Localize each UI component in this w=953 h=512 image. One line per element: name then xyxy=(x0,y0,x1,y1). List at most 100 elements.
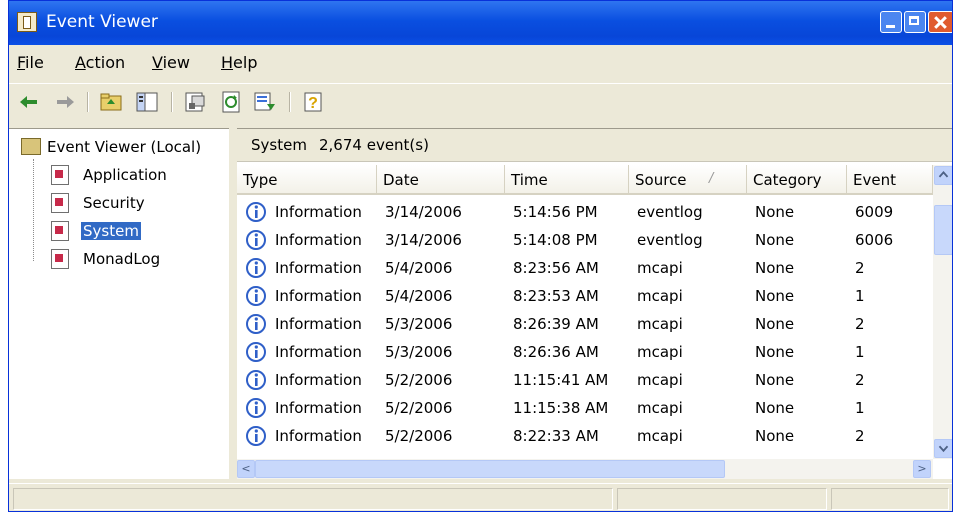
toolbar: ? xyxy=(9,83,952,120)
cell-event: 1 xyxy=(855,399,865,417)
cell-time: 8:22:33 AM xyxy=(513,427,599,445)
maximize-button[interactable] xyxy=(904,11,926,33)
cell-category: None xyxy=(755,203,795,221)
cell-date: 5/4/2006 xyxy=(385,259,453,277)
cell-event: 2 xyxy=(855,427,865,445)
column-header-time[interactable]: Time xyxy=(505,165,629,195)
vertical-scrollbar[interactable] xyxy=(933,165,952,459)
cell-date: 3/14/2006 xyxy=(385,231,462,249)
cell-category: None xyxy=(755,259,795,277)
column-header-type[interactable]: Type xyxy=(237,165,377,195)
table-row[interactable]: Information 3/14/2006 5:14:08 PM eventlog No… xyxy=(237,227,927,255)
cell-event: 1 xyxy=(855,287,865,305)
tree-root-label: Event Viewer (Local) xyxy=(47,138,202,156)
menu-help[interactable]: Help xyxy=(221,53,257,72)
cell-source: eventlog xyxy=(637,231,703,249)
cell-event: 2 xyxy=(855,259,865,277)
event-list-pane: System 2,674 event(s) Type Date Time Sou… xyxy=(237,128,952,479)
information-icon xyxy=(246,370,266,390)
status-pane-secondary xyxy=(617,488,827,510)
information-icon xyxy=(246,202,266,222)
tree-item-label: System xyxy=(81,222,141,240)
information-icon xyxy=(246,398,266,418)
cell-category: None xyxy=(755,231,795,249)
cell-source: mcapi xyxy=(637,427,683,445)
table-row[interactable]: Information 5/3/2006 8:26:39 AM mcapi None 2 xyxy=(237,311,927,339)
cell-time: 11:15:38 AM xyxy=(513,399,609,417)
refresh-icon[interactable] xyxy=(219,90,243,114)
cell-source: mcapi xyxy=(637,259,683,277)
cell-source: mcapi xyxy=(637,315,683,333)
cell-date: 5/2/2006 xyxy=(385,399,453,417)
menu-file[interactable]: File xyxy=(17,53,44,72)
status-bar xyxy=(9,483,952,511)
up-folder-icon[interactable] xyxy=(99,90,123,114)
horizontal-scrollbar[interactable]: < > xyxy=(237,459,933,479)
cell-date: 5/2/2006 xyxy=(385,427,453,445)
close-button[interactable] xyxy=(928,11,952,33)
menu-view[interactable]: View xyxy=(152,53,190,72)
cell-time: 5:14:08 PM xyxy=(513,231,598,249)
cell-time: 11:15:41 AM xyxy=(513,371,609,389)
table-row[interactable]: Information 5/4/2006 8:23:56 AM mcapi None 2 xyxy=(237,255,927,283)
log-icon xyxy=(51,221,69,241)
table-row[interactable]: Information 5/4/2006 8:23:53 AM mcapi None 1 xyxy=(237,283,927,311)
table-row[interactable]: Information 5/2/2006 8:22:33 AM mcapi None 2 xyxy=(237,423,927,451)
show-hide-tree-icon[interactable] xyxy=(135,90,159,114)
cell-category: None xyxy=(755,343,795,361)
table-row[interactable]: Information 5/2/2006 11:15:41 AM mcapi None 2 xyxy=(237,367,927,395)
horizontal-scroll-thumb[interactable] xyxy=(255,460,725,478)
minimize-button[interactable] xyxy=(880,11,902,33)
status-pane-main xyxy=(13,488,613,510)
table-row[interactable]: Information 5/3/2006 8:26:36 AM mcapi None 1 xyxy=(237,339,927,367)
table-row[interactable]: Information 5/2/2006 11:15:38 AM mcapi None 1 xyxy=(237,395,927,423)
toolbar-separator xyxy=(289,92,291,112)
column-header-source[interactable]: Source / xyxy=(629,165,747,195)
information-icon xyxy=(246,426,266,446)
event-viewer-app-icon xyxy=(17,12,37,32)
log-icon xyxy=(51,165,69,185)
help-icon[interactable]: ? xyxy=(301,90,325,114)
scroll-down-button[interactable] xyxy=(934,439,952,458)
cell-event: 6006 xyxy=(855,231,894,249)
vertical-scroll-thumb[interactable] xyxy=(934,205,952,255)
forward-arrow-icon[interactable] xyxy=(53,90,77,114)
column-header-event[interactable]: Event xyxy=(847,165,933,195)
export-list-icon[interactable] xyxy=(253,90,277,114)
menu-action[interactable]: Action xyxy=(75,53,125,72)
cell-date: 5/3/2006 xyxy=(385,315,453,333)
list-header: System 2,674 event(s) xyxy=(237,129,952,162)
cell-type: Information xyxy=(275,343,362,361)
cell-time: 8:26:36 AM xyxy=(513,343,599,361)
column-header-category[interactable]: Category xyxy=(747,165,847,195)
cell-event: 6009 xyxy=(855,203,894,221)
column-header-date[interactable]: Date xyxy=(377,165,505,195)
cell-time: 5:14:56 PM xyxy=(513,203,598,221)
cell-event: 1 xyxy=(855,343,865,361)
cell-time: 8:23:53 AM xyxy=(513,287,599,305)
log-icon xyxy=(51,193,69,213)
computer-log-icon xyxy=(21,138,41,155)
cell-date: 5/3/2006 xyxy=(385,343,453,361)
title-bar[interactable]: Event Viewer xyxy=(9,1,952,45)
toolbar-separator xyxy=(87,92,89,112)
pane-splitter[interactable] xyxy=(229,128,237,478)
log-icon xyxy=(51,249,69,269)
table-row[interactable]: Information 3/14/2006 5:14:56 PM eventlog No… xyxy=(237,199,927,227)
cell-type: Information xyxy=(275,399,362,417)
scroll-left-button[interactable]: < xyxy=(237,460,255,478)
scroll-right-button[interactable]: > xyxy=(913,460,931,478)
scroll-up-button[interactable] xyxy=(934,166,952,185)
cell-type: Information xyxy=(275,371,362,389)
cell-type: Information xyxy=(275,315,362,333)
tree-item-label: Security xyxy=(83,194,145,212)
back-arrow-icon[interactable] xyxy=(17,90,41,114)
cell-time: 8:23:56 AM xyxy=(513,259,599,277)
information-icon xyxy=(246,230,266,250)
cell-category: None xyxy=(755,399,795,417)
cell-category: None xyxy=(755,371,795,389)
cell-date: 3/14/2006 xyxy=(385,203,462,221)
information-icon xyxy=(246,314,266,334)
tree-pane: Event Viewer (Local) Application Securit… xyxy=(9,128,229,479)
properties-icon[interactable] xyxy=(183,90,207,114)
